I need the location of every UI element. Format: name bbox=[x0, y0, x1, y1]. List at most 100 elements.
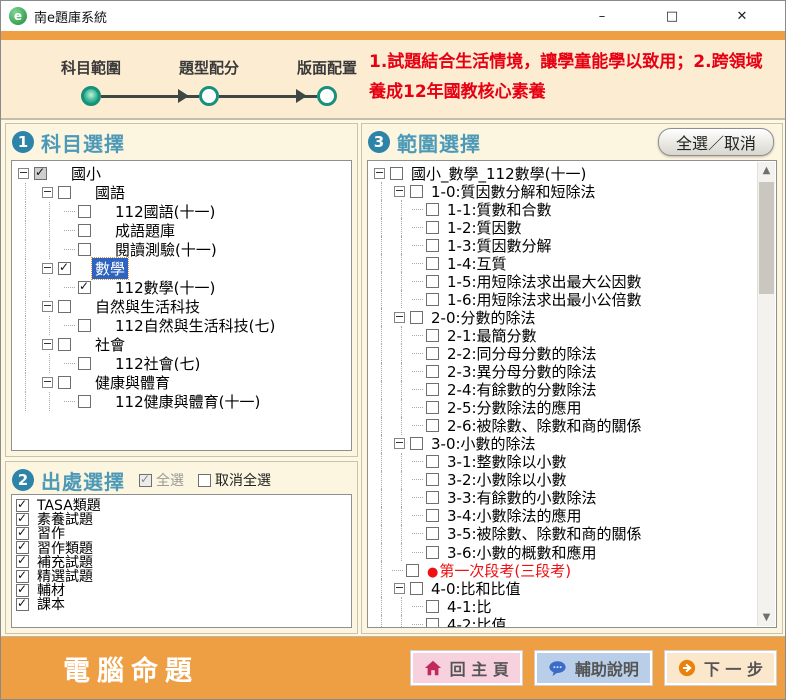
tree-item[interactable]: 閱讀測驗(十一) bbox=[16, 240, 351, 259]
tree-item[interactable]: 國語 bbox=[16, 183, 351, 202]
checkbox[interactable] bbox=[410, 582, 423, 595]
checkbox[interactable] bbox=[16, 541, 29, 554]
tree-item[interactable]: 2-3:異分母分數的除法 bbox=[372, 363, 758, 381]
home-button[interactable]: 回 主 頁 bbox=[411, 651, 522, 685]
checkbox[interactable] bbox=[58, 376, 71, 389]
checkbox[interactable] bbox=[406, 564, 419, 577]
select-all-checkbox[interactable] bbox=[139, 474, 152, 487]
checkbox[interactable] bbox=[426, 527, 439, 540]
next-step-button[interactable]: 下 一 步 bbox=[665, 651, 776, 685]
checkbox[interactable] bbox=[426, 546, 439, 559]
expand-toggle-icon[interactable] bbox=[394, 438, 405, 449]
expand-toggle-icon[interactable] bbox=[42, 377, 53, 388]
close-button[interactable]: ✕ bbox=[707, 1, 777, 31]
tree-item[interactable]: 3-3:有餘數的小數除法 bbox=[372, 489, 758, 507]
tree-item[interactable]: 數學 bbox=[16, 259, 351, 278]
checkbox[interactable] bbox=[426, 491, 439, 504]
checkbox[interactable] bbox=[58, 186, 71, 199]
checkbox[interactable] bbox=[78, 224, 91, 237]
checkbox[interactable] bbox=[426, 347, 439, 360]
checkbox[interactable] bbox=[426, 221, 439, 234]
tree-item[interactable]: 112健康與體育(十一) bbox=[16, 392, 351, 411]
checkbox[interactable] bbox=[16, 513, 29, 526]
expand-toggle-icon[interactable] bbox=[42, 301, 53, 312]
tree-item[interactable]: 1-2:質因數 bbox=[372, 218, 758, 236]
checkbox[interactable] bbox=[410, 311, 423, 324]
checkbox[interactable] bbox=[58, 338, 71, 351]
checkbox[interactable] bbox=[16, 555, 29, 568]
tree-item[interactable]: 成語題庫 bbox=[16, 221, 351, 240]
checkbox[interactable] bbox=[78, 319, 91, 332]
tree-item[interactable]: 國小 bbox=[16, 164, 351, 183]
minimize-button[interactable]: – bbox=[567, 1, 637, 31]
tree-item[interactable]: 112國語(十一) bbox=[16, 202, 351, 221]
deselect-all-option[interactable]: 取消全選 bbox=[198, 470, 271, 490]
list-item[interactable]: 課本 bbox=[16, 597, 351, 611]
checkbox[interactable] bbox=[78, 243, 91, 256]
tree-item[interactable]: 3-4:小數除法的應用 bbox=[372, 507, 758, 525]
maximize-button[interactable]: □ bbox=[637, 1, 707, 31]
tree-item[interactable]: 1-5:用短除法求出最大公因數 bbox=[372, 272, 758, 290]
expand-toggle-icon[interactable] bbox=[42, 263, 53, 274]
select-all-toggle-button[interactable]: 全選／取消 bbox=[658, 128, 774, 156]
checkbox[interactable] bbox=[426, 401, 439, 414]
expand-toggle-icon[interactable] bbox=[42, 187, 53, 198]
checkbox[interactable] bbox=[16, 584, 29, 597]
tree-item[interactable]: 2-2:同分母分數的除法 bbox=[372, 344, 758, 362]
expand-toggle-icon[interactable] bbox=[18, 168, 29, 179]
checkbox[interactable] bbox=[426, 618, 439, 628]
scroll-up-icon[interactable]: ▲ bbox=[758, 162, 775, 179]
tree-item[interactable]: 2-1:最簡分數 bbox=[372, 326, 758, 344]
checkbox[interactable] bbox=[426, 275, 439, 288]
expand-toggle-icon[interactable] bbox=[394, 186, 405, 197]
tree-item[interactable]: 1-1:質數和合數 bbox=[372, 200, 758, 218]
tree-item[interactable]: 3-1:整數除以小數 bbox=[372, 453, 758, 471]
tree-item[interactable]: 3-6:小數的概數和應用 bbox=[372, 543, 758, 561]
tree-item[interactable]: 1-6:用短除法求出最小公倍數 bbox=[372, 290, 758, 308]
expand-toggle-icon[interactable] bbox=[394, 312, 405, 323]
tree-item[interactable]: 4-1:比 bbox=[372, 597, 758, 615]
checkbox[interactable] bbox=[426, 600, 439, 613]
checkbox[interactable] bbox=[426, 455, 439, 468]
scroll-down-icon[interactable]: ▼ bbox=[758, 609, 775, 626]
tree-item[interactable]: 4-2:比值 bbox=[372, 615, 758, 628]
checkbox[interactable] bbox=[16, 527, 29, 540]
checkbox[interactable] bbox=[410, 185, 423, 198]
checkbox[interactable] bbox=[34, 167, 47, 180]
tree-item[interactable]: 2-4:有餘數的分數除法 bbox=[372, 381, 758, 399]
checkbox[interactable] bbox=[78, 205, 91, 218]
checkbox[interactable] bbox=[426, 293, 439, 306]
tree-item[interactable]: 1-0:質因數分解和短除法 bbox=[372, 182, 758, 200]
expand-toggle-icon[interactable] bbox=[394, 583, 405, 594]
tree-item[interactable]: 3-2:小數除以小數 bbox=[372, 471, 758, 489]
checkbox[interactable] bbox=[16, 499, 29, 512]
help-button[interactable]: 輔助說明 bbox=[535, 651, 652, 685]
checkbox[interactable] bbox=[426, 257, 439, 270]
tree-item[interactable]: 國小_數學_112數學(十一) bbox=[372, 164, 758, 182]
tree-item[interactable]: 4-0:比和比值 bbox=[372, 579, 758, 597]
tree-item[interactable]: 2-0:分數的除法 bbox=[372, 308, 758, 326]
checkbox[interactable] bbox=[58, 262, 71, 275]
tree-item[interactable]: 1-3:質因數分解 bbox=[372, 236, 758, 254]
tree-item[interactable]: 2-5:分數除法的應用 bbox=[372, 399, 758, 417]
checkbox[interactable] bbox=[78, 395, 91, 408]
tree-item[interactable]: 社會 bbox=[16, 335, 351, 354]
tree-item[interactable]: 1-4:互質 bbox=[372, 254, 758, 272]
checkbox[interactable] bbox=[410, 437, 423, 450]
tree-item[interactable]: 3-5:被除數、除數和商的關係 bbox=[372, 525, 758, 543]
deselect-all-checkbox[interactable] bbox=[198, 474, 211, 487]
tree-item[interactable]: 2-6:被除數、除數和商的關係 bbox=[372, 417, 758, 435]
select-all-option[interactable]: 全選 bbox=[139, 470, 184, 490]
checkbox[interactable] bbox=[58, 300, 71, 313]
tree-item[interactable]: ●第一次段考(三段考) bbox=[372, 561, 758, 579]
checkbox[interactable] bbox=[426, 329, 439, 342]
tree-item[interactable]: 112數學(十一) bbox=[16, 278, 351, 297]
checkbox[interactable] bbox=[426, 383, 439, 396]
checkbox[interactable] bbox=[426, 239, 439, 252]
tree-item[interactable]: 112自然與生活科技(七) bbox=[16, 316, 351, 335]
scrollbar-thumb[interactable] bbox=[759, 182, 774, 294]
expand-toggle-icon[interactable] bbox=[374, 168, 385, 179]
checkbox[interactable] bbox=[78, 281, 91, 294]
expand-toggle-icon[interactable] bbox=[42, 339, 53, 350]
checkbox[interactable] bbox=[16, 598, 29, 611]
